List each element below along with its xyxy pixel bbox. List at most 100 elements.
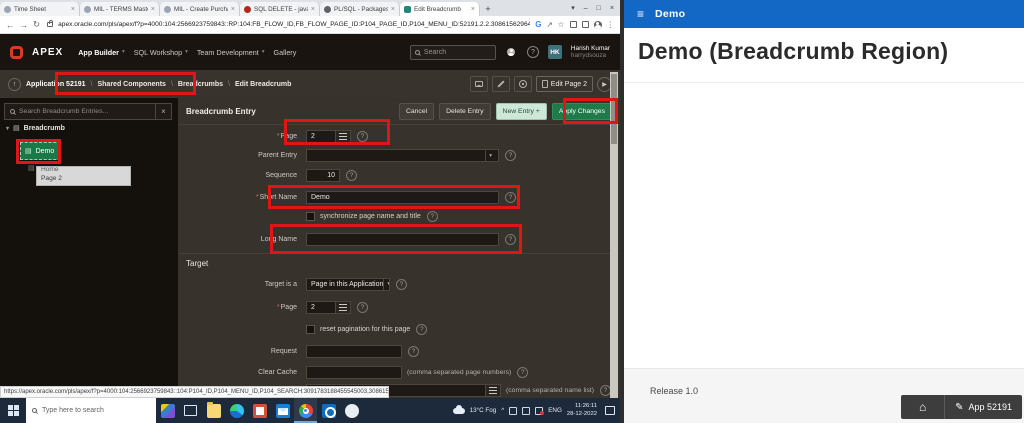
start-button[interactable] <box>0 398 26 423</box>
edit-page-button[interactable]: Edit Page 2 <box>535 76 593 92</box>
action-center-icon[interactable] <box>605 406 615 415</box>
feedback-icon[interactable] <box>469 76 488 92</box>
request-input[interactable] <box>306 345 402 358</box>
tree-search-input[interactable]: Search Breadcrumb Entries... × <box>4 103 172 120</box>
header-search-input[interactable]: Search <box>409 44 496 60</box>
page-input[interactable]: 2 <box>306 129 336 143</box>
google-icon[interactable]: G <box>535 20 541 29</box>
help-icon[interactable]: ? <box>505 191 516 203</box>
onedrive-icon[interactable] <box>509 406 518 415</box>
share-icon[interactable]: ↗ <box>546 20 552 29</box>
scrollbar-thumb[interactable] <box>611 74 617 144</box>
help-icon[interactable]: ? <box>426 211 438 222</box>
breadcrumb-breadcrumbs[interactable]: Breadcrumbs <box>178 81 223 88</box>
reload-icon[interactable]: ↻ <box>33 19 40 30</box>
hamburger-menu-icon[interactable]: ≡ <box>637 8 644 20</box>
sequence-input[interactable]: 10 <box>306 168 340 182</box>
extensions-icon[interactable] <box>569 21 577 28</box>
maximize-button[interactable]: □ <box>597 5 601 12</box>
apply-changes-button[interactable]: Apply Changes <box>551 102 612 120</box>
help-icon[interactable]: ? <box>505 233 516 245</box>
tray-expand-icon[interactable]: ^ <box>501 407 504 414</box>
parent-entry-select[interactable]: ▾ <box>306 149 499 162</box>
language-indicator[interactable]: ENG <box>548 407 562 414</box>
tab-sql-delete[interactable]: SQL DELETE - javatpo...× <box>240 2 320 16</box>
menu-dots-icon[interactable]: ⋮ <box>607 20 615 29</box>
clear-cache-input[interactable] <box>306 365 402 379</box>
page-lov-icon[interactable] <box>336 129 351 143</box>
cancel-button[interactable]: Cancel <box>398 102 435 120</box>
edge-button[interactable] <box>225 398 248 423</box>
shortcuts-icon[interactable] <box>513 76 532 92</box>
menu-team-development[interactable]: Team Development ▾ <box>197 48 265 57</box>
network-icon[interactable] <box>522 406 531 415</box>
help-icon[interactable]: ? <box>396 278 407 290</box>
close-icon[interactable]: × <box>231 6 235 13</box>
sync-checkbox[interactable] <box>306 212 315 221</box>
help-icon[interactable]: ? <box>357 130 368 142</box>
clock[interactable]: 11:26:11 28-12-2022 <box>567 403 597 417</box>
close-icon[interactable]: × <box>391 6 395 13</box>
chrome-button[interactable] <box>294 398 317 423</box>
short-name-input[interactable]: Demo <box>306 190 499 204</box>
tab-time-sheet[interactable]: Time Sheet × <box>0 2 80 16</box>
name-list-lov-icon[interactable] <box>486 383 501 397</box>
help-icon[interactable]: ? <box>408 346 419 357</box>
url-text[interactable]: apex.oracle.com/pls/apex/f?p=4000:104:25… <box>58 21 530 28</box>
volume-muted-icon[interactable] <box>535 406 545 415</box>
new-entry-button[interactable]: New Entry + <box>495 102 547 120</box>
breadcrumb-app[interactable]: Application 52191 <box>26 81 86 88</box>
vertical-scrollbar[interactable] <box>610 72 618 398</box>
avatar[interactable]: HK <box>547 45 562 59</box>
close-icon[interactable]: × <box>311 6 315 13</box>
admin-icon[interactable] <box>505 46 518 59</box>
taskbar-search-input[interactable]: Type here to search <box>26 398 156 423</box>
close-window-button[interactable]: × <box>610 5 614 12</box>
menu-sql-workshop[interactable]: SQL Workshop ▾ <box>134 48 188 57</box>
outlook-button[interactable] <box>317 398 340 423</box>
close-icon[interactable]: × <box>471 6 475 13</box>
help-icon[interactable]: ? <box>505 150 516 161</box>
ink-workspace-button[interactable] <box>156 398 179 423</box>
help-icon[interactable]: ? <box>357 301 368 313</box>
tree-node-demo-selected[interactable]: ▤ Demo <box>20 142 62 160</box>
target-is-a-select[interactable]: Page in this Application ▾ <box>306 277 390 291</box>
tab-create-purchase[interactable]: MIL - Create Purchas...× <box>160 2 240 16</box>
task-view-button[interactable] <box>179 398 202 423</box>
clear-search-button[interactable]: × <box>155 104 171 119</box>
store-button[interactable] <box>248 398 271 423</box>
tab-terms-master[interactable]: MIL - TERMS Master × <box>80 2 160 16</box>
tab-search-icon[interactable]: ▾ <box>571 4 575 12</box>
minimize-button[interactable]: – <box>584 5 588 12</box>
menu-app-builder[interactable]: App Builder ▾ <box>78 48 125 57</box>
profile-icon[interactable] <box>593 20 602 29</box>
bookmark-star-icon[interactable]: ☆ <box>558 20 565 29</box>
new-tab-button[interactable]: + <box>480 4 496 16</box>
reset-pagination-checkbox[interactable] <box>306 325 315 334</box>
tree-expand-icon[interactable]: ▾ <box>6 125 9 132</box>
weather-text[interactable]: 13°C Fog <box>470 407 497 414</box>
back-icon[interactable]: ← <box>6 20 15 30</box>
tab-edit-breadcrumb[interactable]: Edit Breadcrumb × <box>400 2 480 16</box>
home-button[interactable]: ⌂ <box>901 395 946 419</box>
long-name-input[interactable] <box>306 232 499 246</box>
help-icon[interactable]: ? <box>517 366 529 378</box>
tree-node-home[interactable]: ▤ <box>28 164 35 172</box>
close-icon[interactable]: × <box>151 6 155 13</box>
help-icon[interactable]: ? <box>346 169 357 181</box>
tab-plsql-packages[interactable]: PL/SQL - Packages × <box>320 2 400 16</box>
edit-app-button[interactable]: ✎ App 52191 <box>945 395 1022 419</box>
help-icon[interactable]: ? <box>526 46 539 58</box>
file-explorer-button[interactable] <box>202 398 225 423</box>
target-page-lov-icon[interactable] <box>336 300 351 314</box>
menu-gallery[interactable]: Gallery <box>274 48 297 57</box>
breadcrumb-shared-components[interactable]: Shared Components <box>97 81 165 88</box>
target-page-input[interactable]: 2 <box>306 300 336 314</box>
side-panel-icon[interactable] <box>581 21 589 28</box>
mail-button[interactable] <box>271 398 294 423</box>
close-icon[interactable]: × <box>71 6 75 13</box>
app-button[interactable] <box>340 398 363 423</box>
forward-icon[interactable]: → <box>20 20 29 30</box>
up-icon[interactable]: ↑ <box>8 77 21 91</box>
delete-entry-button[interactable]: Delete Entry <box>439 102 491 120</box>
